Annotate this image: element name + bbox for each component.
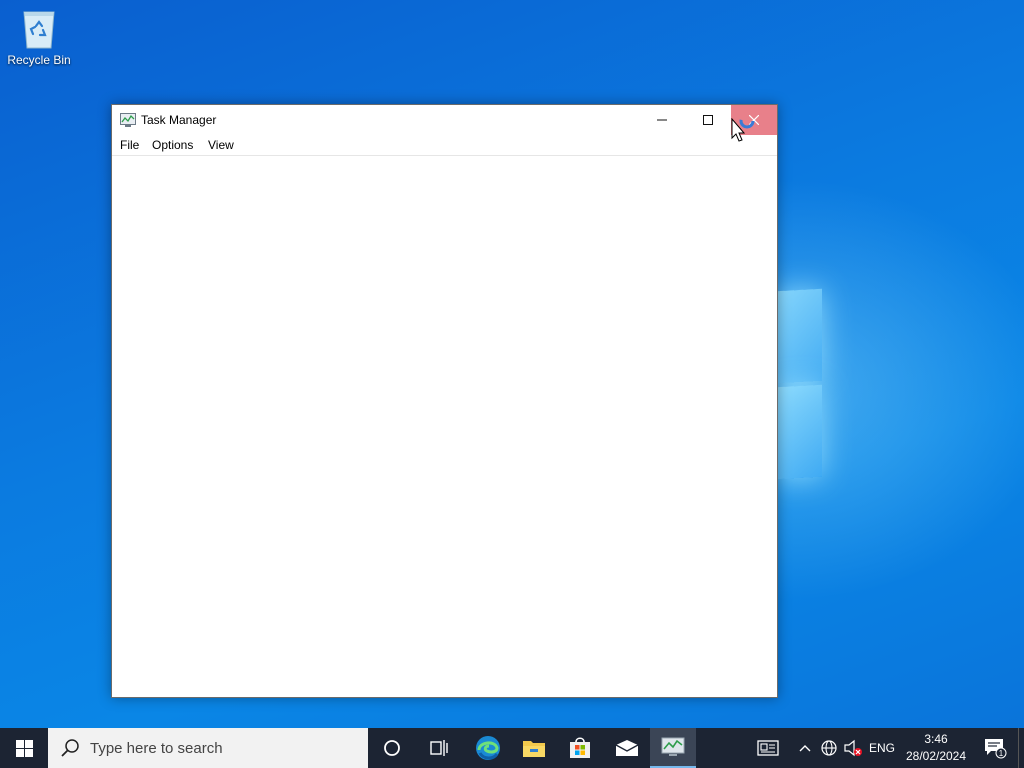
task-manager-icon (120, 113, 136, 127)
news-widget-button[interactable] (754, 728, 782, 768)
window-titlebar[interactable]: Task Manager (112, 105, 777, 135)
mail-icon (615, 740, 639, 756)
taskbar-search-box[interactable]: Type here to search (48, 728, 368, 768)
taskbar-edge-button[interactable] (465, 728, 511, 768)
windows-start-icon (15, 739, 33, 757)
taskbar-store-button[interactable] (557, 728, 603, 768)
folder-icon (523, 741, 545, 757)
volume-button[interactable] (842, 728, 864, 768)
volume-muted-icon (844, 739, 862, 757)
recycle-bin-label: Recycle Bin (7, 53, 71, 67)
show-hidden-icons-button[interactable] (795, 728, 815, 768)
task-view-icon (430, 740, 448, 756)
taskbar-task-manager-button[interactable] (650, 728, 696, 768)
window-title: Task Manager (141, 113, 217, 127)
cortana-icon (384, 740, 400, 756)
show-desktop-button[interactable] (1018, 728, 1024, 768)
task-manager-icon (661, 737, 685, 756)
search-placeholder: Type here to search (90, 739, 223, 757)
taskbar-clock[interactable]: 3:46 28/02/2024 (902, 731, 970, 765)
minimize-button[interactable] (639, 105, 685, 135)
network-button[interactable] (818, 728, 840, 768)
start-button[interactable] (0, 728, 48, 768)
minimize-icon (657, 119, 667, 121)
chevron-up-icon (799, 745, 811, 752)
edge-icon (476, 736, 500, 760)
taskbar-cortana-button[interactable] (369, 728, 415, 768)
language-indicator[interactable]: ENG (866, 728, 898, 768)
menu-view[interactable]: View (208, 138, 234, 152)
store-icon (570, 737, 590, 758)
news-icon (757, 740, 779, 756)
maximize-icon (703, 115, 713, 125)
notification-icon: 1 (985, 739, 1007, 759)
search-icon (61, 739, 79, 757)
taskbar-task-view-button[interactable] (416, 728, 462, 768)
menu-file[interactable]: File (120, 138, 139, 152)
taskbar: Type here to search ENG 3:46 28/02/2024 … (0, 728, 1024, 768)
recycle-bin-icon (19, 6, 59, 50)
window-content-area (112, 156, 777, 697)
desktop-icon-recycle-bin[interactable]: Recycle Bin (4, 6, 74, 67)
task-manager-window: Task Manager File Options View (111, 104, 778, 698)
clock-time: 3:46 (924, 732, 948, 746)
busy-spinner-icon (739, 113, 755, 129)
window-menubar: File Options View (112, 135, 777, 156)
notification-count: 1 (999, 749, 1004, 758)
menu-options[interactable]: Options (152, 138, 193, 152)
maximize-button[interactable] (685, 105, 731, 135)
globe-network-icon (821, 740, 837, 756)
taskbar-file-explorer-button[interactable] (511, 728, 557, 768)
action-center-button[interactable]: 1 (980, 728, 1010, 768)
taskbar-mail-button[interactable] (604, 728, 650, 768)
clock-date: 28/02/2024 (905, 749, 967, 763)
